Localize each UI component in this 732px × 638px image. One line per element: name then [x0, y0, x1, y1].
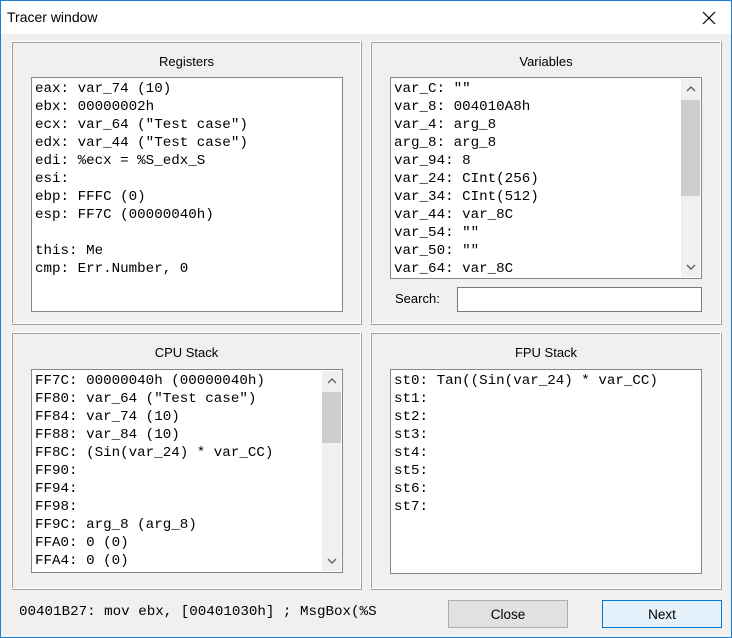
fpu-stack-line: st2: [394, 409, 429, 425]
variable-line: arg_8: arg_8 [394, 135, 497, 151]
cpu-stack-line: FFA4: 0 (0) [35, 553, 129, 569]
variable-line: var_64: var_8C [394, 261, 514, 277]
variables-lines: var_C: "" var_8: 004010A8h var_4: arg_8arg… [394, 80, 539, 278]
cpu-stack-line: FF90: [35, 463, 78, 479]
title-bar: Tracer window [1, 1, 731, 34]
fpu-stack-title: FPU Stack [514, 345, 578, 360]
chevron-up-icon[interactable] [681, 79, 701, 99]
cpu-stack-line: FF8C: (Sin(var_24) * var_CC) [35, 445, 274, 461]
register-line: ebp: FFFC (0) [35, 189, 146, 205]
variable-line: var_50: "" [394, 243, 480, 259]
register-line: eax: var_74 (10) [35, 81, 172, 97]
chevron-down-icon[interactable] [681, 257, 701, 277]
variable-line: var_4: arg_8 [394, 117, 497, 133]
cpu-stack-line: FF80: var_64 ("Test case") [35, 391, 257, 407]
cpu-stack-title: CPU Stack [154, 345, 219, 360]
cpu-stack-line: FF98: [35, 499, 78, 515]
fpu-stack-textbox[interactable]: st0: Tan((Sin(var_24) * var_CC) st1: st2: s… [390, 369, 702, 574]
current-instruction: 00401B27: mov ebx, [00401030h] ; MsgBox(… [19, 604, 377, 620]
register-line: this: Me [35, 243, 104, 259]
variables-scroll-thumb[interactable] [681, 100, 700, 196]
fpu-stack-line: st6: [394, 481, 429, 497]
cpu-stack-lines: FF7C: 00000040h (00000040h) FF80: var_64 … [35, 372, 273, 570]
register-line: edi: %ecx = %S_edx_S [35, 153, 206, 169]
chevron-down-icon[interactable] [322, 551, 342, 571]
cpu-stack-line: FF94: [35, 481, 78, 497]
register-line [35, 224, 248, 242]
register-line: edx: var_44 ("Test case") [35, 135, 248, 151]
search-input[interactable] [457, 287, 702, 312]
next-button[interactable]: Next [602, 600, 722, 628]
fpu-stack-line: st3: [394, 427, 429, 443]
fpu-stack-line: st0: Tan((Sin(var_24) * var_CC) [394, 373, 658, 389]
registers-textbox[interactable]: eax: var_74 (10) ebx: 00000002h ecx: var_6… [31, 77, 343, 312]
variable-line: var_24: CInt(256) [394, 171, 539, 187]
cpu-stack-list[interactable]: FF7C: 00000040h (00000040h) FF80: var_64 … [31, 369, 343, 573]
variable-line: var_54: "" [394, 225, 480, 241]
register-line: esp: FF7C (00000040h) [35, 207, 214, 223]
cpu-stack-line: FFA0: 0 (0) [35, 535, 129, 551]
tracer-window: Tracer window Registers eax: var_74 (10)… [0, 0, 732, 638]
cpu-stack-line: FF9C: arg_8 (arg_8) [35, 517, 197, 533]
register-line: cmp: Err.Number, 0 [35, 261, 189, 277]
register-line: ecx: var_64 ("Test case") [35, 117, 248, 133]
variable-line: var_8: 004010A8h [394, 99, 531, 115]
chevron-up-icon[interactable] [322, 371, 342, 391]
variable-line: var_34: CInt(512) [394, 189, 539, 205]
cpu-stack-line: FF7C: 00000040h (00000040h) [35, 373, 265, 389]
variables-list[interactable]: var_C: "" var_8: 004010A8h var_4: arg_8arg… [390, 77, 702, 279]
register-line: ebx: 00000002h [35, 99, 155, 115]
register-line: esi: [35, 171, 70, 187]
fpu-stack-line: st5: [394, 463, 429, 479]
close-button[interactable]: Close [448, 600, 568, 628]
fpu-stack-line: st7: [394, 499, 429, 515]
fpu-stack-line: st1: [394, 391, 429, 407]
variables-scrollbar[interactable] [681, 79, 700, 277]
registers-lines: eax: var_74 (10) ebx: 00000002h ecx: var_6… [35, 80, 248, 278]
variable-line: var_94: 8 [394, 153, 471, 169]
search-label: Search: [395, 291, 440, 306]
cpu-stack-scroll-thumb[interactable] [322, 392, 341, 443]
variable-line: var_44: var_8C [394, 207, 514, 223]
fpu-stack-line: st4: [394, 445, 429, 461]
cpu-stack-line: FF84: var_74 (10) [35, 409, 180, 425]
variable-line: var_C: "" [394, 81, 471, 97]
registers-title: Registers [159, 54, 214, 69]
cpu-stack-line: FF88: var_84 (10) [35, 427, 180, 443]
window-title: Tracer window [7, 9, 98, 25]
close-x-icon[interactable] [698, 7, 720, 29]
fpu-stack-lines: st0: Tan((Sin(var_24) * var_CC) st1: st2: s… [394, 372, 658, 516]
cpu-stack-scrollbar[interactable] [322, 371, 341, 571]
variables-title: Variables [519, 54, 573, 69]
